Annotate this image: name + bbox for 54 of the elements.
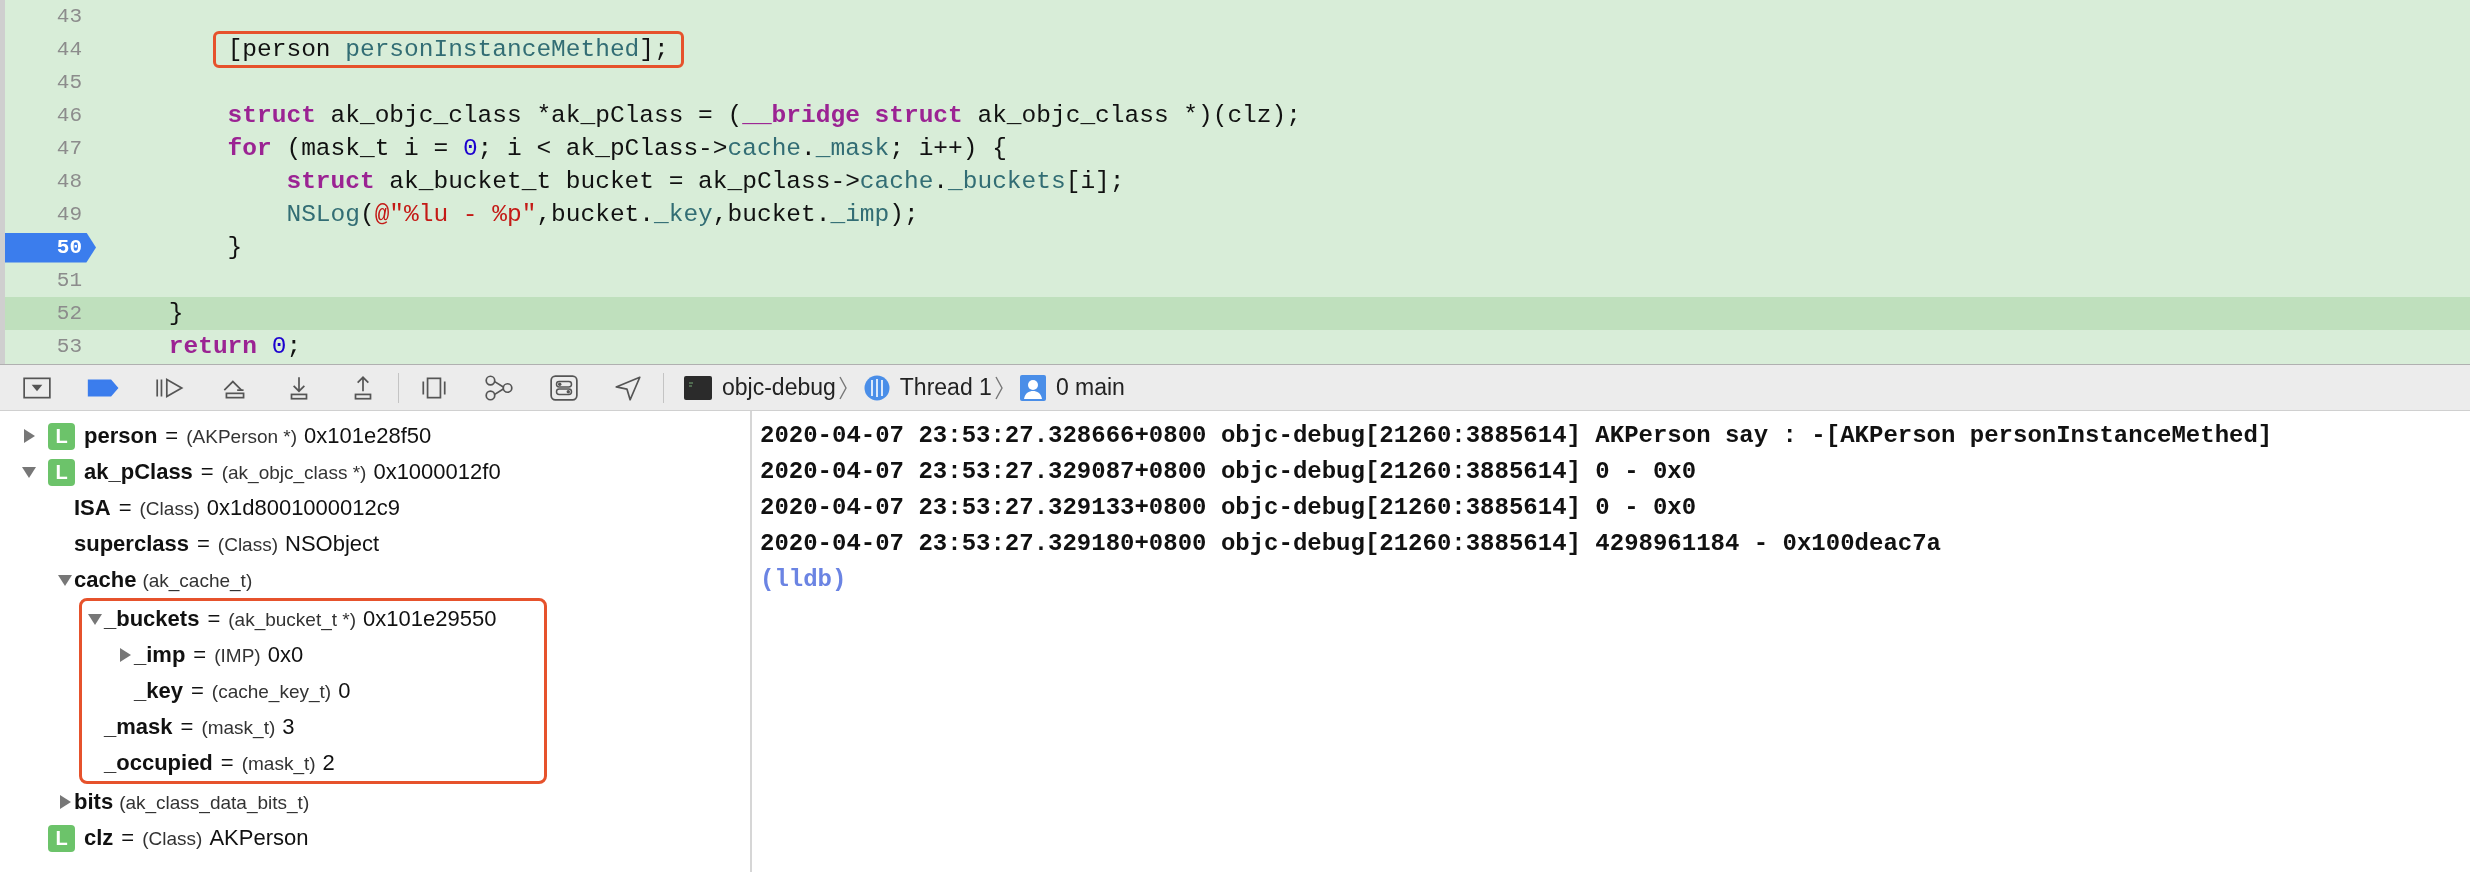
local-variable-badge: L [48, 458, 75, 486]
console-line: 2020-04-07 23:53:27.329133+0800 objc-debug[21260:3885614] 0 - 0x0 [760, 493, 1698, 523]
line-number: 49 [55, 201, 83, 228]
variable-entry[interactable]: _key = (cache_key_t) 0 [134, 678, 351, 704]
breakpoint-icon[interactable] [86, 376, 120, 399]
memory-graph-icon[interactable] [483, 373, 515, 402]
console-line: 2020-04-07 23:53:27.329180+0800 objc-debug[21260:3885614] 4298961184 - 0x100deac7a [760, 529, 1942, 559]
breadcrumb-item[interactable]: objc-debug [684, 374, 836, 401]
code-line: return 0; [167, 333, 302, 360]
code-line: NSLog(@"%lu - %p",bucket._key,bucket._imp); [285, 201, 919, 228]
disclosure-triangle[interactable] [58, 573, 72, 587]
variable-entry[interactable]: superclass = (Class) NSObject [74, 531, 380, 557]
line-number: 51 [55, 267, 83, 294]
variable-entry[interactable]: _buckets = (ak_bucket_t *) 0x101e29550 [104, 606, 497, 632]
line-number: 44 [55, 36, 83, 63]
disclosure-triangle[interactable] [118, 648, 132, 662]
variable-entry[interactable]: _occupied = (mask_t) 2 [104, 750, 335, 776]
line-number: 45 [55, 69, 83, 96]
lldb-prompt: (lldb) [760, 565, 848, 595]
terminal-icon [684, 375, 712, 400]
line-number: 47 [55, 135, 83, 162]
person-icon [1019, 374, 1046, 401]
disclosure-triangle[interactable] [22, 429, 36, 443]
breadcrumb-item[interactable]: Thread 1 [863, 374, 992, 401]
location-icon[interactable] [613, 373, 643, 402]
disclosure-triangle[interactable] [22, 465, 36, 479]
code-line: for (mask_t i = 0; i < ak_pClass->cache._mask; i++) { [226, 135, 1007, 162]
variable-entry[interactable]: clz = (Class) AKPerson [84, 825, 309, 851]
code-editor[interactable] [0, 0, 2470, 364]
variable-entry[interactable]: _imp = (IMP) 0x0 [134, 642, 304, 668]
console-line: 2020-04-07 23:53:27.328666+0800 objc-debug[21260:3885614] AKPerson say : -[AKPerson personInstanceMethed] [760, 421, 2274, 451]
variable-entry[interactable]: ISA = (Class) 0x1d8001000012c9 [74, 495, 400, 521]
variable-entry[interactable]: ak_pClass = (ak_objc_class *) 0x1000012f0 [84, 459, 501, 485]
environment-overrides-icon[interactable] [549, 373, 579, 402]
code-line: } [167, 300, 184, 327]
variable-entry[interactable]: _mask = (mask_t) 3 [104, 714, 295, 740]
thread-icon [863, 374, 890, 401]
line-number: 52 [55, 300, 83, 327]
line-number: 43 [55, 3, 83, 30]
console-line: 2020-04-07 23:53:27.329087+0800 objc-debug[21260:3885614] 0 - 0x0 [760, 457, 1698, 487]
variable-entry[interactable]: bits (ak_class_data_bits_t) [74, 789, 317, 815]
code-line: struct ak_objc_class *ak_pClass = (__bridge struct ak_objc_class *)(clz); [226, 102, 1301, 129]
local-variable-badge: L [48, 422, 75, 450]
line-number: 48 [55, 168, 83, 195]
line-number: 46 [55, 102, 83, 129]
line-number: 53 [55, 333, 83, 360]
variable-entry[interactable]: cache (ak_cache_t) [74, 567, 260, 593]
variable-entry[interactable]: person = (AKPerson *) 0x101e28f50 [84, 423, 432, 449]
local-variable-badge: L [48, 824, 75, 852]
code-line: } [226, 234, 243, 261]
code-line: struct ak_bucket_t bucket = ak_pClass->cache._buckets[i]; [285, 168, 1125, 195]
disclosure-triangle[interactable] [58, 795, 72, 809]
disclosure-triangle[interactable] [88, 612, 102, 626]
breadcrumb-item[interactable]: 0 main [1019, 374, 1125, 401]
